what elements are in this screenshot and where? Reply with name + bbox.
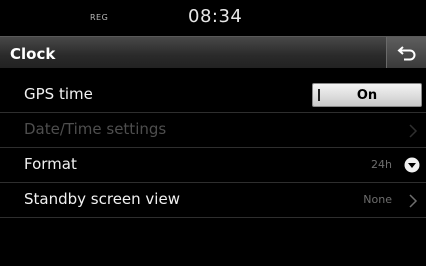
title-bar: Clock — [0, 36, 426, 68]
gps-time-toggle[interactable]: On — [312, 83, 422, 107]
standby-screen-view-value: None — [363, 193, 392, 206]
chevron-right-icon[interactable] — [408, 194, 418, 208]
back-button[interactable] — [386, 37, 426, 68]
format-value: 24h — [371, 158, 392, 171]
dropdown-circle-icon[interactable] — [404, 157, 420, 173]
date-time-settings-row: Date/Time settings — [0, 113, 426, 148]
status-bar: REG 08:34 — [0, 0, 426, 36]
status-time: 08:34 — [188, 6, 243, 27]
chevron-right-icon — [409, 124, 418, 138]
gps-time-row[interactable]: GPS time On — [0, 78, 426, 113]
back-return-icon — [396, 45, 415, 60]
status-badge: REG — [90, 13, 109, 22]
toggle-state-label: On — [356, 88, 378, 103]
page-title: Clock — [10, 45, 56, 63]
format-label: Format — [24, 155, 77, 173]
format-row[interactable]: Format 24h — [0, 148, 426, 183]
clock-settings-screen: REG 08:34 Clock GPS time On Date/Time se… — [0, 0, 426, 266]
date-time-settings-label: Date/Time settings — [24, 120, 167, 138]
settings-list: GPS time On Date/Time settings Format 24… — [0, 78, 426, 218]
standby-screen-view-row[interactable]: Standby screen view None — [0, 183, 426, 218]
gps-time-label: GPS time — [24, 85, 93, 103]
standby-screen-view-label: Standby screen view — [24, 190, 180, 208]
